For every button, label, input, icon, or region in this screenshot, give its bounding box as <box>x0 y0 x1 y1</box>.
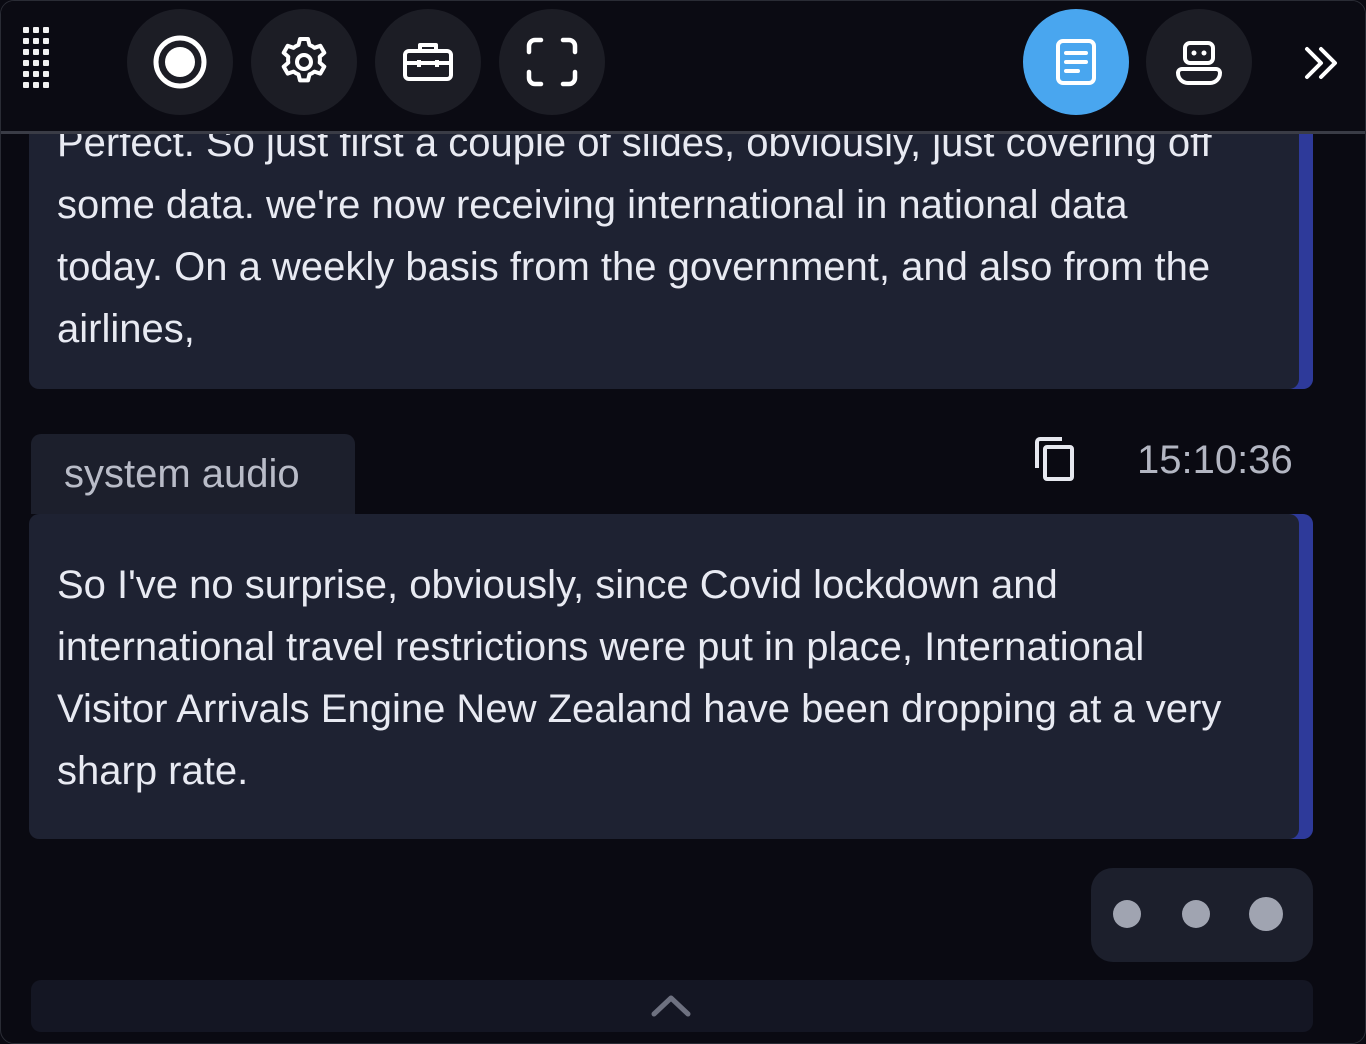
fullscreen-icon <box>526 37 578 87</box>
double-chevron-right-icon[interactable] <box>1299 41 1343 85</box>
source-label: system audio <box>31 434 355 514</box>
gear-icon <box>281 37 327 83</box>
toolbox-icon <box>403 43 453 81</box>
assistant-button[interactable] <box>1146 9 1252 115</box>
toolbar <box>1 1 1365 134</box>
chevron-up-icon <box>651 995 691 1017</box>
typing-indicator <box>1091 868 1313 962</box>
transcript-list[interactable]: Perfect. So just first a couple of slide… <box>1 134 1365 1043</box>
message-text: So I've no surprise, obviously, since Co… <box>57 563 1222 793</box>
transcript-icon <box>1056 39 1096 85</box>
copy-icon[interactable] <box>1033 436 1077 482</box>
scroll-to-top-button[interactable] <box>31 980 1313 1032</box>
transcript-button[interactable] <box>1023 9 1129 115</box>
record-button[interactable] <box>127 9 233 115</box>
typing-dot <box>1182 900 1210 928</box>
fullscreen-button[interactable] <box>499 9 605 115</box>
transcript-message: So I've no surprise, obviously, since Co… <box>29 514 1313 839</box>
drag-handle-icon[interactable] <box>23 27 51 99</box>
typing-dot <box>1249 897 1283 931</box>
transcript-message: Perfect. So just first a couple of slide… <box>29 134 1313 389</box>
toolbox-button[interactable] <box>375 9 481 115</box>
settings-button[interactable] <box>251 9 357 115</box>
typing-dot <box>1113 900 1141 928</box>
record-icon <box>153 35 207 89</box>
robot-icon <box>1176 41 1222 85</box>
message-text: Perfect. So just first a couple of slide… <box>57 134 1212 351</box>
app-window: Perfect. So just first a couple of slide… <box>0 0 1366 1044</box>
message-timestamp: 15:10:36 <box>1137 438 1293 482</box>
